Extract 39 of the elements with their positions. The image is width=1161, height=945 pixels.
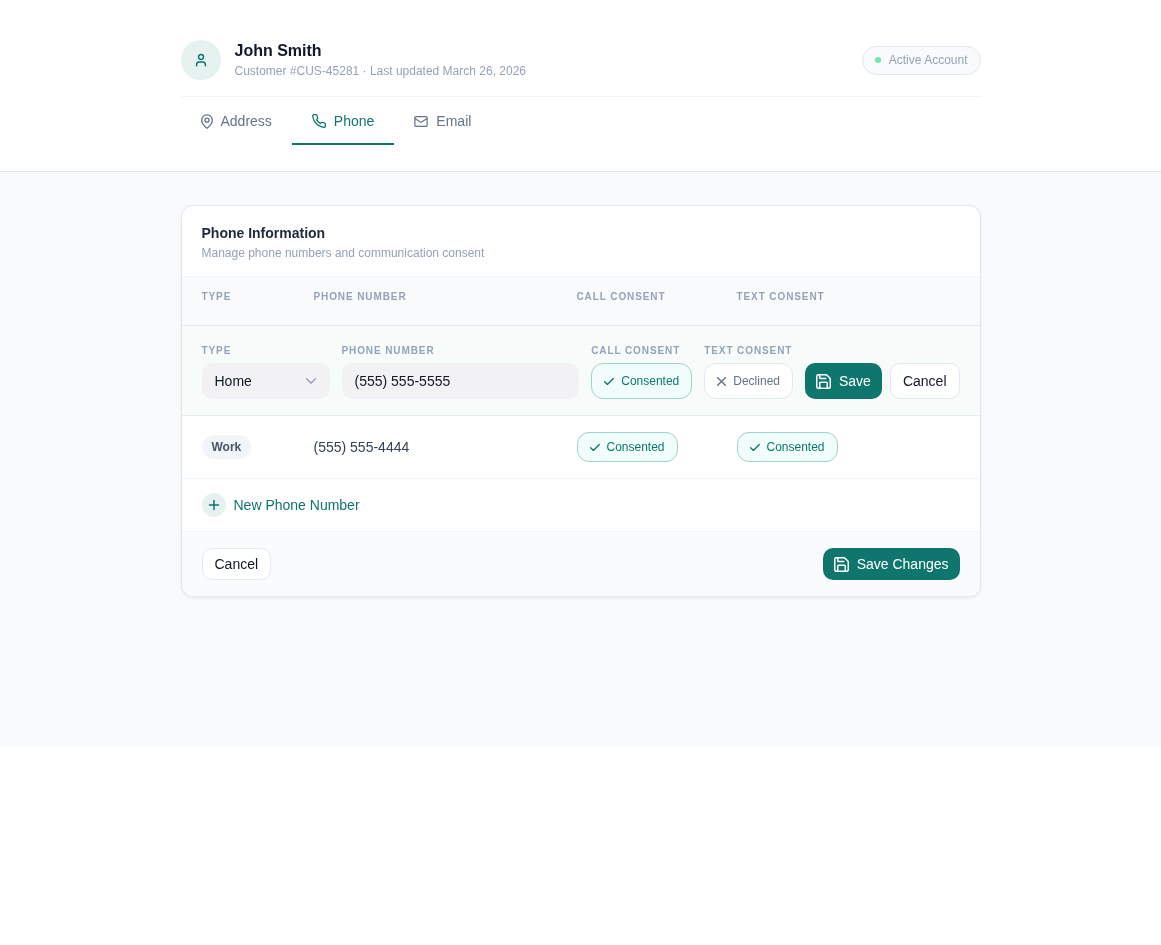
check-icon xyxy=(589,443,600,451)
cancel-button[interactable]: Cancel xyxy=(201,548,272,580)
tab[interactable]: Email xyxy=(394,97,492,145)
customer-name: John Smith xyxy=(234,41,323,61)
cross-icon xyxy=(717,376,727,386)
type-select[interactable]: Home xyxy=(201,363,330,399)
field-label: TEXT CONSENT xyxy=(704,345,793,357)
field-label: CALL CONSENT xyxy=(591,345,682,357)
add-phone-button[interactable]: New Phone Number xyxy=(201,493,360,517)
plus-icon xyxy=(201,493,226,517)
save-changes-button[interactable]: Save Changes xyxy=(822,548,960,580)
consent-toggle[interactable]: Consented xyxy=(736,432,838,462)
field-label: TYPE xyxy=(201,345,233,357)
mail-icon xyxy=(414,115,429,127)
phone-icon xyxy=(311,114,326,128)
check-icon xyxy=(604,377,615,385)
column-header: CALL CONSENT xyxy=(576,291,667,304)
status-label: Active Account xyxy=(888,53,968,67)
user-avatar-icon xyxy=(180,40,221,80)
phone-type-tag: Work xyxy=(201,435,252,459)
save-button[interactable]: Save xyxy=(805,363,882,399)
tab[interactable]: Phone xyxy=(291,97,395,145)
column-header: TYPE xyxy=(201,291,233,304)
consent-toggle[interactable]: Declined xyxy=(704,363,793,399)
check-icon xyxy=(749,443,760,451)
consent-toggle[interactable]: Consented xyxy=(576,432,678,462)
customer-meta: Customer #CUS-45281 · Last updated March 26, 2026 xyxy=(234,63,526,79)
column-header: PHONE NUMBER xyxy=(313,291,408,304)
card-title: Phone Information xyxy=(201,224,327,242)
chevron-down-icon xyxy=(305,378,316,384)
card-subtitle: Manage phone numbers and communication consent xyxy=(201,246,486,260)
map-pin-icon xyxy=(200,113,213,129)
column-header: TEXT CONSENT xyxy=(736,291,826,304)
field-label: PHONE NUMBER xyxy=(341,345,436,357)
phone-number: (555) 555-4444 xyxy=(313,439,410,455)
cancel-button[interactable]: Cancel xyxy=(889,363,960,399)
phone-input[interactable]: (555) 555-5555 xyxy=(341,363,580,399)
tab[interactable]: Address xyxy=(180,97,292,145)
consent-toggle[interactable]: Consented xyxy=(591,363,693,399)
